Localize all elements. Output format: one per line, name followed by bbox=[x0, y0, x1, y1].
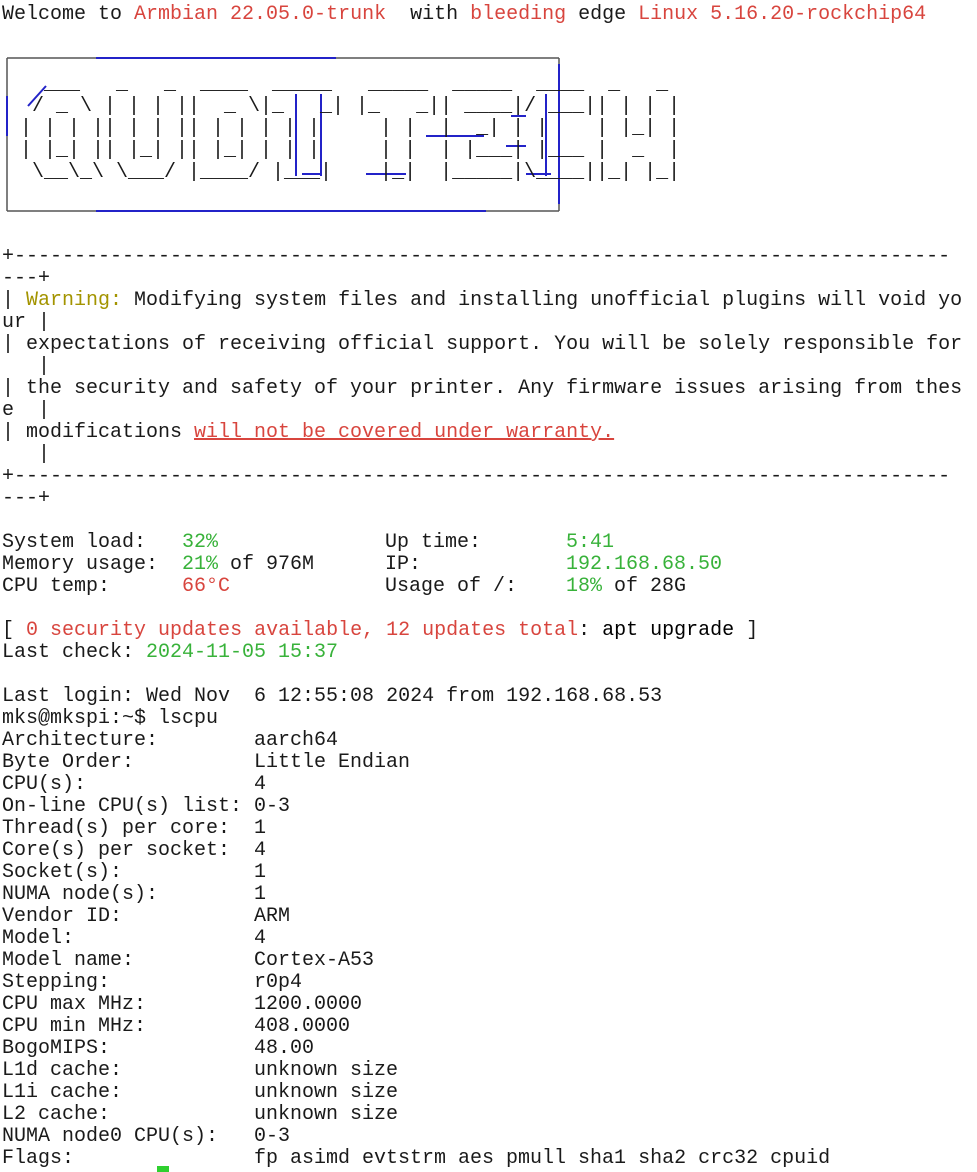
last-check-value: 2024-11-05 15:37 bbox=[146, 641, 339, 664]
warning-line-2: | expectations of receiving official sup… bbox=[2, 333, 963, 356]
command-prompt-line[interactable]: mks@mkspi:~$ lscpu bbox=[2, 708, 218, 730]
welcome-prefix: Welcome to bbox=[2, 3, 135, 26]
shell-prompt: mks@mkspi:~$ bbox=[2, 707, 159, 730]
terminal-window[interactable]: Welcome to Armbian 22.05.0-trunk with bl… bbox=[0, 0, 977, 1172]
apt-upgrade-command: apt upgrade bbox=[602, 619, 735, 642]
disk-usage-label: Usage of /: bbox=[385, 575, 518, 598]
warranty-warning-text: will not be covered under warranty. bbox=[194, 421, 615, 444]
memory-usage-label: Memory usage: bbox=[2, 553, 159, 576]
warning-line-4: | modifications will not be covered unde… bbox=[2, 421, 615, 444]
ip-label: IP: bbox=[385, 553, 422, 576]
distro-name: Armbian 22.05.0-trunk bbox=[134, 3, 387, 26]
warning-line-2-wrap: | bbox=[2, 355, 51, 378]
typed-command: lscpu bbox=[158, 707, 219, 730]
logo-art-text: ___ _ _ ____ _____ _____ _____ ____ _ _ … bbox=[8, 73, 681, 184]
warning-label: Warning: bbox=[26, 289, 123, 312]
terminal-cursor bbox=[157, 1166, 169, 1172]
warning-line-1: | Warning: Modifying system files and in… bbox=[2, 289, 963, 312]
security-updates-count: 0 bbox=[26, 619, 39, 642]
ip-value: 192.168.68.50 bbox=[566, 553, 723, 576]
system-load-value: 32% bbox=[182, 531, 219, 554]
edge-word: edge bbox=[566, 3, 639, 26]
welcome-line: Welcome to Armbian 22.05.0-trunk with bl… bbox=[2, 4, 926, 26]
warning-line-3: | the security and safety of your printe… bbox=[2, 377, 963, 400]
up-time-label: Up time: bbox=[385, 531, 482, 554]
updates-line: [ 0 security updates available, 12 updat… bbox=[2, 619, 759, 642]
total-updates-count: 12 bbox=[386, 619, 411, 642]
bleeding-word: bleeding bbox=[470, 3, 567, 26]
warning-line-4-wrap: | bbox=[2, 443, 51, 466]
disk-usage-value: 18% of 28G bbox=[566, 575, 687, 598]
cpu-temp-label: CPU temp: bbox=[2, 575, 111, 598]
warning-line-3-wrap: e | bbox=[2, 399, 51, 422]
last-check-line: Last check: 2024-11-05 15:37 bbox=[2, 641, 339, 664]
last-login-line: Last login: Wed Nov 6 12:55:08 2024 from… bbox=[2, 685, 663, 708]
memory-usage-value: 21% of 976M bbox=[182, 553, 315, 576]
cpu-temp-value: 66°C bbox=[182, 575, 231, 598]
warning-border-bottom: +---------------------------------------… bbox=[2, 465, 951, 488]
up-time-value: 5:41 bbox=[566, 531, 615, 554]
welcome-middle: with bbox=[386, 3, 471, 26]
kernel-version: Linux 5.16.20-rockchip64 bbox=[638, 3, 927, 26]
warning-border-top-wrap: ---+ bbox=[2, 267, 51, 290]
qidi-tech-ascii-logo: ___ _ _ ____ _____ _____ _____ ____ _ _ … bbox=[6, 56, 680, 215]
warning-line-1-wrap: ur | bbox=[2, 311, 51, 334]
warning-border-top: +---------------------------------------… bbox=[2, 245, 951, 268]
warning-border-bottom-wrap: ---+ bbox=[2, 487, 51, 510]
system-load-label: System load: bbox=[2, 531, 147, 554]
